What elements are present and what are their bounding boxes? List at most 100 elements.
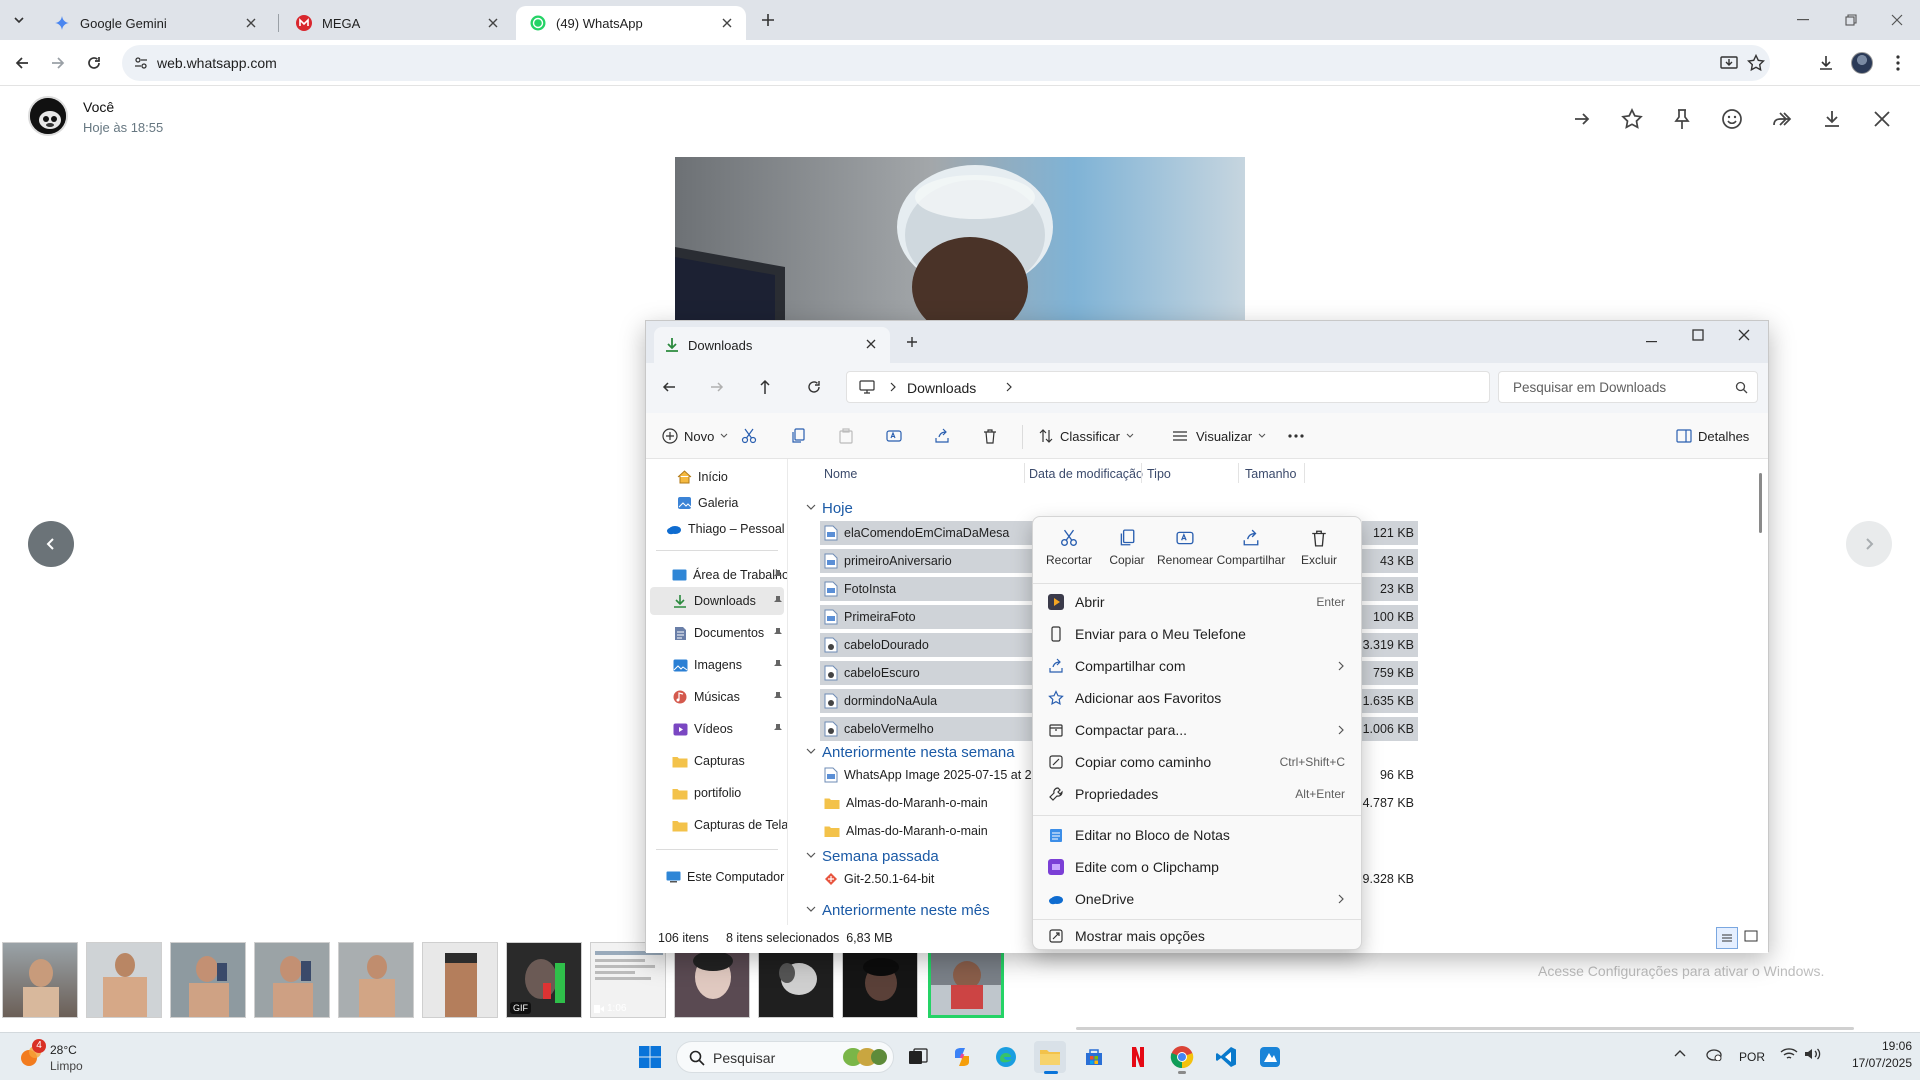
close-window-button[interactable]: [1738, 329, 1750, 341]
group-header-this-month[interactable]: Anteriormente neste mês: [806, 899, 990, 921]
forward-button[interactable]: [1767, 104, 1797, 134]
tab-whatsapp[interactable]: (49) WhatsApp: [516, 6, 746, 40]
view-button[interactable]: Visualizar: [1172, 424, 1266, 448]
group-header-last-week[interactable]: Semana passada: [806, 845, 939, 867]
netflix-button[interactable]: [1122, 1041, 1154, 1073]
forward-button[interactable]: [710, 380, 724, 394]
close-window-button[interactable]: [1874, 0, 1920, 40]
onedrive-tray-icon[interactable]: [1704, 1047, 1722, 1061]
restore-button[interactable]: [1828, 0, 1874, 40]
menu-item-compress[interactable]: Compactar para...: [1039, 715, 1357, 745]
clock[interactable]: 19:06 17/07/2025: [1836, 1039, 1912, 1070]
nav-item-downloads[interactable]: Downloads: [650, 587, 784, 615]
cut-action[interactable]: Recortar: [1039, 527, 1099, 577]
cut-button[interactable]: [737, 424, 761, 448]
nav-item-onedrive[interactable]: Thiago – Pessoal: [650, 515, 785, 543]
avatar[interactable]: [28, 96, 68, 136]
media-thumbnail[interactable]: [338, 942, 414, 1018]
media-thumbnail[interactable]: [758, 942, 834, 1018]
menu-item-more-options[interactable]: Mostrar mais opções: [1039, 924, 1357, 948]
media-thumbnail[interactable]: [2, 942, 78, 1018]
app-button[interactable]: [1254, 1041, 1286, 1073]
weather-widget[interactable]: 4 28°C Limpo: [18, 1039, 128, 1075]
taskbar-search[interactable]: Pesquisar: [676, 1041, 894, 1073]
close-icon[interactable]: [866, 339, 876, 349]
edge-button[interactable]: [990, 1041, 1022, 1073]
nav-item-videos[interactable]: Vídeos: [650, 715, 784, 743]
nav-item-area-de-trabalho[interactable]: Área de Trabalho: [650, 561, 787, 589]
install-app-icon[interactable]: [1720, 54, 1738, 72]
close-icon[interactable]: [242, 14, 260, 32]
microsoft-store-button[interactable]: [1078, 1041, 1110, 1073]
media-thumbnail[interactable]: [842, 942, 918, 1018]
minimize-button[interactable]: [1646, 335, 1658, 347]
volume-icon[interactable]: [1804, 1047, 1822, 1061]
language-indicator[interactable]: POR: [1739, 1050, 1765, 1064]
download-button[interactable]: [1817, 104, 1847, 134]
vscode-button[interactable]: [1210, 1041, 1242, 1073]
tab-google-gemini[interactable]: Google Gemini: [40, 6, 270, 40]
column-header-name[interactable]: Nome: [824, 467, 857, 481]
show-hidden-icons[interactable]: [1674, 1049, 1686, 1057]
details-pane-button[interactable]: Detalhes: [1676, 424, 1749, 448]
menu-item-send-to-phone[interactable]: Enviar para o Meu Telefone: [1039, 619, 1357, 649]
new-tab-button[interactable]: [758, 10, 778, 30]
nav-item-documentos[interactable]: Documentos: [650, 619, 784, 647]
next-media-button[interactable]: [1846, 521, 1892, 567]
downloads-button[interactable]: [1810, 47, 1842, 79]
nav-item-capturas[interactable]: Capturas: [650, 747, 784, 775]
profile-avatar[interactable]: [1846, 47, 1878, 79]
media-photo[interactable]: [675, 157, 1245, 320]
nav-item-capturas-de-tela[interactable]: Capturas de Tela: [650, 811, 787, 839]
menu-item-clipchamp[interactable]: Edite com o Clipchamp: [1039, 852, 1357, 882]
media-thumbnail[interactable]: GIF: [506, 942, 582, 1018]
column-header-date[interactable]: Data de modificação: [1029, 467, 1143, 481]
media-thumbnail[interactable]: [86, 942, 162, 1018]
media-thumbnail[interactable]: [170, 942, 246, 1018]
nav-item-musicas[interactable]: Músicas: [650, 683, 784, 711]
rename-action[interactable]: Renomear: [1155, 527, 1215, 577]
file-explorer-taskbar-button[interactable]: [1034, 1041, 1066, 1074]
close-icon[interactable]: [484, 14, 502, 32]
tiles-view-toggle[interactable]: [1744, 930, 1758, 942]
share-action[interactable]: Compartilhar: [1215, 527, 1287, 577]
react-button[interactable]: [1717, 104, 1747, 134]
menu-item-open[interactable]: Abrir Enter: [1039, 587, 1357, 617]
media-thumbnail[interactable]: [674, 942, 750, 1018]
reload-button[interactable]: [78, 47, 110, 79]
column-header-type[interactable]: Tipo: [1147, 467, 1171, 481]
rename-button[interactable]: [882, 424, 906, 448]
menu-item-properties[interactable]: Propriedades Alt+Enter: [1039, 779, 1357, 809]
close-viewer-button[interactable]: [1867, 104, 1897, 134]
nav-item-este-computador[interactable]: Este Computador: [650, 863, 784, 891]
minimize-button[interactable]: [1780, 0, 1826, 40]
wifi-icon[interactable]: [1780, 1047, 1798, 1061]
close-icon[interactable]: [718, 14, 736, 32]
refresh-button[interactable]: [806, 379, 822, 395]
go-to-message-button[interactable]: [1567, 104, 1597, 134]
previous-media-button[interactable]: [28, 521, 74, 567]
nav-item-portifolio[interactable]: portifolio: [650, 779, 784, 807]
menu-item-notepad[interactable]: Editar no Bloco de Notas: [1039, 820, 1357, 850]
sort-button[interactable]: Classificar: [1038, 424, 1134, 448]
up-button[interactable]: [758, 379, 772, 395]
more-options-button[interactable]: [1284, 424, 1308, 448]
task-view-button[interactable]: [902, 1041, 934, 1073]
group-header-today[interactable]: Hoje: [806, 497, 853, 519]
menu-item-onedrive[interactable]: OneDrive: [1039, 884, 1357, 914]
media-thumbnail[interactable]: [422, 942, 498, 1018]
media-thumbnail[interactable]: 1:06: [590, 942, 666, 1018]
chevron-right-icon[interactable]: [1005, 382, 1013, 392]
nav-item-galeria[interactable]: Galeria: [650, 489, 784, 517]
copilot-button[interactable]: [946, 1041, 978, 1073]
breadcrumb[interactable]: Downloads: [846, 371, 1490, 403]
media-thumbnail-selected[interactable]: [928, 942, 1004, 1018]
menu-item-copy-as-path[interactable]: Copiar como caminho Ctrl+Shift+C: [1039, 747, 1357, 777]
new-tab-button[interactable]: [906, 336, 918, 348]
chrome-taskbar-button[interactable]: [1166, 1041, 1198, 1074]
delete-button[interactable]: [978, 424, 1002, 448]
explorer-tab-downloads[interactable]: Downloads: [654, 327, 890, 363]
menu-item-add-favorites[interactable]: Adicionar aos Favoritos: [1039, 683, 1357, 713]
back-button[interactable]: [662, 380, 676, 394]
tab-mega[interactable]: MEGA: [282, 6, 512, 40]
